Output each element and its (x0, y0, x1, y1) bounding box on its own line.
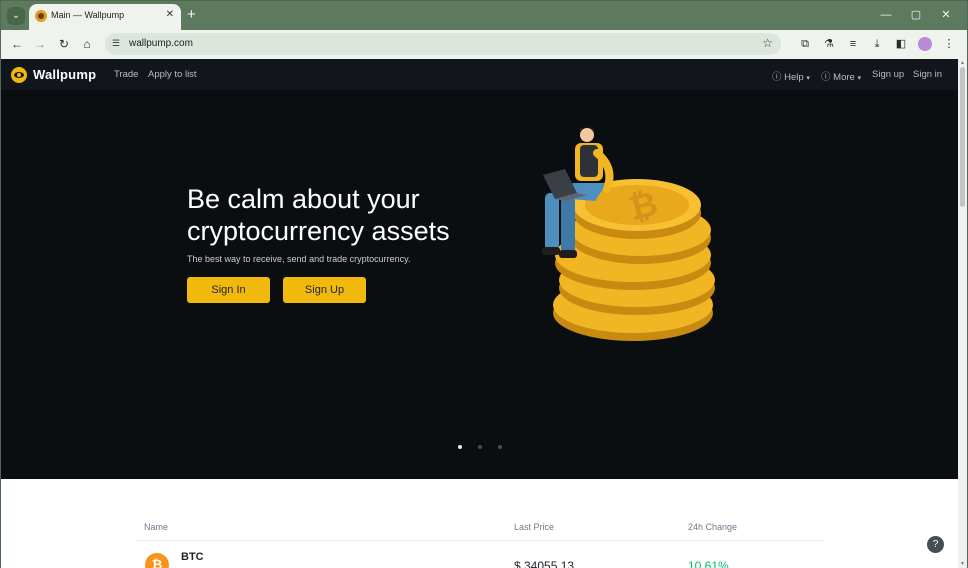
close-window-button[interactable]: ✕ (931, 6, 961, 24)
wallpump-logo-icon[interactable] (11, 67, 27, 83)
nav-trade[interactable]: Trade (114, 69, 138, 80)
hero-sign-in-button[interactable]: Sign In (187, 277, 270, 303)
forward-arrow-icon[interactable]: → (31, 35, 49, 53)
header-24h-change: 24h Change (688, 522, 738, 532)
page-scrollbar[interactable]: ▲ ▼ (958, 59, 967, 568)
nav-sign-up[interactable]: Sign up (872, 69, 904, 80)
nav-help[interactable]: ⓘ Help ▾ (772, 69, 810, 83)
header-last-price: Last Price (514, 522, 555, 532)
minimize-button[interactable]: — (871, 6, 901, 24)
bookmark-star-icon[interactable]: ☆ (762, 36, 773, 50)
nav-sign-in[interactable]: Sign in (913, 69, 942, 80)
scroll-down-icon[interactable]: ▼ (960, 561, 965, 567)
scrollbar-thumb[interactable] (960, 67, 965, 207)
site-header: Wallpump Trade Apply to list ⓘ Help ▾ ⓘ … (1, 59, 958, 90)
side-panel-icon[interactable]: ◧ (889, 35, 913, 53)
tab-title: Main — Wallpump (51, 10, 125, 20)
chevron-down-icon: ▾ (857, 75, 861, 82)
browser-window: ⌄ Main — Wallpump ✕ + — ▢ ✕ ← → ↻ ⌂ ☰ wa… (0, 0, 968, 568)
carousel-dot-2[interactable] (478, 445, 482, 449)
url-text[interactable]: wallpump.com (129, 38, 193, 49)
download-icon[interactable]: ⤓ (865, 35, 889, 53)
hero-title: Be calm about your cryptocurrency assets (187, 184, 450, 246)
tab-close-icon[interactable]: ✕ (166, 9, 174, 20)
toolbar-actions: ⧉ ⚗ ≡ ⤓ ◧ ⋮ (793, 35, 961, 53)
hero-subtitle: The best way to receive, send and trade … (187, 254, 411, 264)
bitcoin-icon: ₿ (145, 553, 169, 568)
labs-flask-icon[interactable]: ⚗ (817, 35, 841, 53)
nav-help-label: Help (784, 72, 804, 83)
carousel-dot-3[interactable] (498, 445, 502, 449)
wallpump-favicon-icon (35, 10, 47, 22)
tab-strip: ⌄ Main — Wallpump ✕ + — ▢ ✕ (1, 1, 967, 30)
market-section: Name Last Price 24h Change ₿ BTC $ 34055… (1, 479, 958, 568)
coin-stack-icon: ₿ (553, 179, 715, 341)
extensions-icon[interactable]: ⧉ (793, 35, 817, 53)
site-logo-text[interactable]: Wallpump (33, 67, 96, 82)
nav-apply-to-list[interactable]: Apply to list (148, 69, 197, 80)
web-page: Wallpump Trade Apply to list ⓘ Help ▾ ⓘ … (1, 59, 958, 568)
reload-icon[interactable]: ↻ (55, 35, 73, 53)
back-arrow-icon[interactable]: ← (8, 35, 26, 53)
window-controls: — ▢ ✕ (871, 6, 961, 24)
coin-symbol: BTC (181, 551, 204, 563)
nav-more[interactable]: ⓘ More ▾ (821, 69, 861, 83)
scroll-up-icon[interactable]: ▲ (960, 60, 965, 66)
divider (137, 540, 825, 541)
crypto-coins-illustration: ₿ (542, 126, 715, 341)
hero-sign-up-button[interactable]: Sign Up (283, 277, 366, 303)
info-circle-icon: ⓘ (821, 72, 831, 83)
profile-avatar[interactable] (918, 37, 932, 51)
tab-main[interactable]: Main — Wallpump ✕ (29, 4, 181, 30)
home-icon[interactable]: ⌂ (78, 35, 96, 53)
address-bar[interactable]: ☰ wallpump.com ☆ (105, 33, 781, 55)
nav-more-label: More (833, 72, 855, 83)
help-circle-icon: ⓘ (772, 72, 782, 83)
browser-toolbar: ← → ↻ ⌂ ☰ wallpump.com ☆ ⧉ ⚗ ≡ ⤓ ◧ ⋮ (1, 30, 967, 59)
browser-menu-icon[interactable]: ⋮ (937, 35, 961, 53)
site-info-icon[interactable]: ☰ (112, 38, 123, 49)
maximize-button[interactable]: ▢ (901, 6, 931, 24)
chevron-down-icon: ▾ (806, 75, 810, 82)
header-name: Name (144, 522, 169, 532)
support-chat-icon[interactable]: ? (927, 536, 944, 553)
reading-list-icon[interactable]: ≡ (841, 35, 865, 53)
carousel-dot-1[interactable] (458, 445, 462, 449)
new-tab-button[interactable]: + (187, 6, 196, 24)
tab-search-button[interactable]: ⌄ (7, 7, 25, 25)
